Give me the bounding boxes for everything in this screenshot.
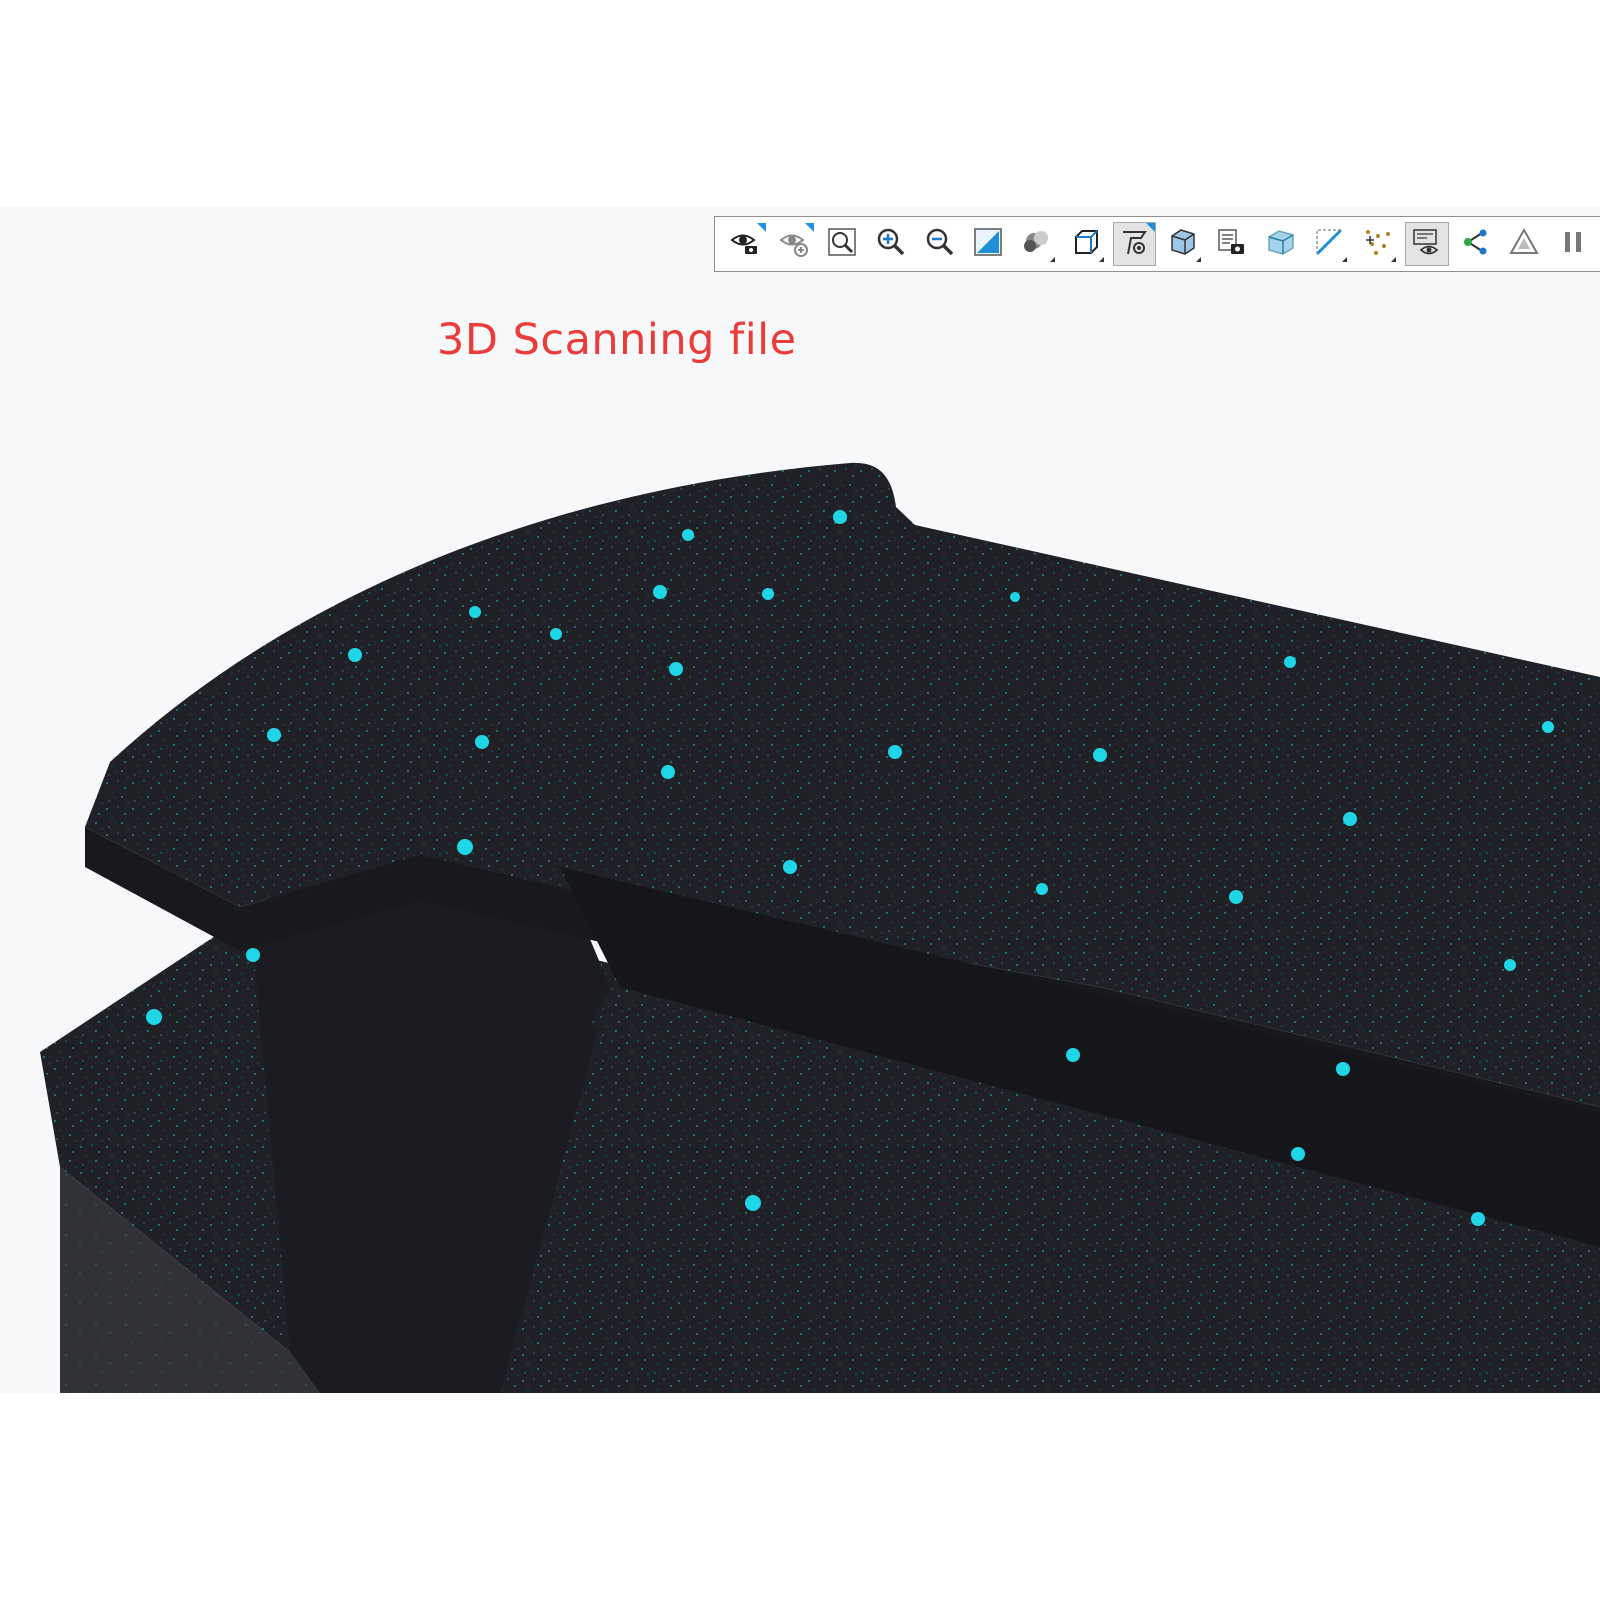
- bottom-margin: [0, 1393, 1600, 1600]
- display-panel-icon: [1411, 226, 1443, 262]
- zoom-window-icon: [972, 226, 1004, 262]
- triangle-warning-button[interactable]: [1503, 222, 1547, 266]
- node-link-icon: [1460, 226, 1492, 262]
- shading-icon: [1021, 226, 1053, 262]
- option-flag-icon: [805, 223, 815, 232]
- cube-view-button[interactable]: [1064, 222, 1108, 266]
- submenu-corner-icon: [1342, 257, 1348, 262]
- zoom-out-icon: [924, 226, 956, 262]
- node-link-button[interactable]: [1454, 222, 1498, 266]
- 3d-viewport[interactable]: 3D Scanning file: [0, 207, 1600, 1393]
- section-view-button[interactable]: [1112, 222, 1157, 266]
- pause-button[interactable]: [1551, 222, 1595, 266]
- viewport-annotation: 3D Scanning file: [437, 315, 797, 365]
- zoom-window-button[interactable]: [967, 222, 1011, 266]
- triangle-warning-icon: [1508, 226, 1540, 262]
- camera-list-icon: [1216, 226, 1248, 262]
- cube-view-icon: [1070, 226, 1102, 262]
- zoom-fit-button[interactable]: [820, 222, 864, 266]
- plane-icon: [1313, 226, 1345, 262]
- scan-mesh-scene[interactable]: [0, 207, 1600, 1393]
- shading-button[interactable]: [1015, 222, 1059, 266]
- submenu-corner-icon: [1050, 257, 1056, 262]
- zoom-out-button[interactable]: [918, 222, 962, 266]
- submenu-corner-icon: [1196, 257, 1202, 262]
- camera-list-button[interactable]: [1210, 222, 1254, 266]
- display-panel-button[interactable]: [1405, 222, 1449, 266]
- pause-icon: [1557, 226, 1589, 262]
- plane-button[interactable]: [1308, 222, 1352, 266]
- option-flag-icon: [756, 223, 766, 232]
- transparency-button[interactable]: [1259, 222, 1303, 266]
- eye-camera-button[interactable]: [723, 222, 767, 266]
- submenu-corner-icon: [1098, 257, 1104, 262]
- eye-plus-button[interactable]: [772, 222, 816, 266]
- option-flag-icon: [1146, 223, 1156, 232]
- points-icon: [1362, 226, 1394, 262]
- submenu-corner-icon: [1391, 257, 1397, 262]
- zoom-in-icon: [875, 226, 907, 262]
- transparency-icon: [1265, 226, 1297, 262]
- points-button[interactable]: [1356, 222, 1400, 266]
- display-cube-icon: [1167, 226, 1199, 262]
- display-cube-button[interactable]: [1161, 222, 1205, 266]
- zoom-in-button[interactable]: [869, 222, 913, 266]
- view-toolbar: [714, 216, 1600, 272]
- zoom-fit-icon: [826, 226, 858, 262]
